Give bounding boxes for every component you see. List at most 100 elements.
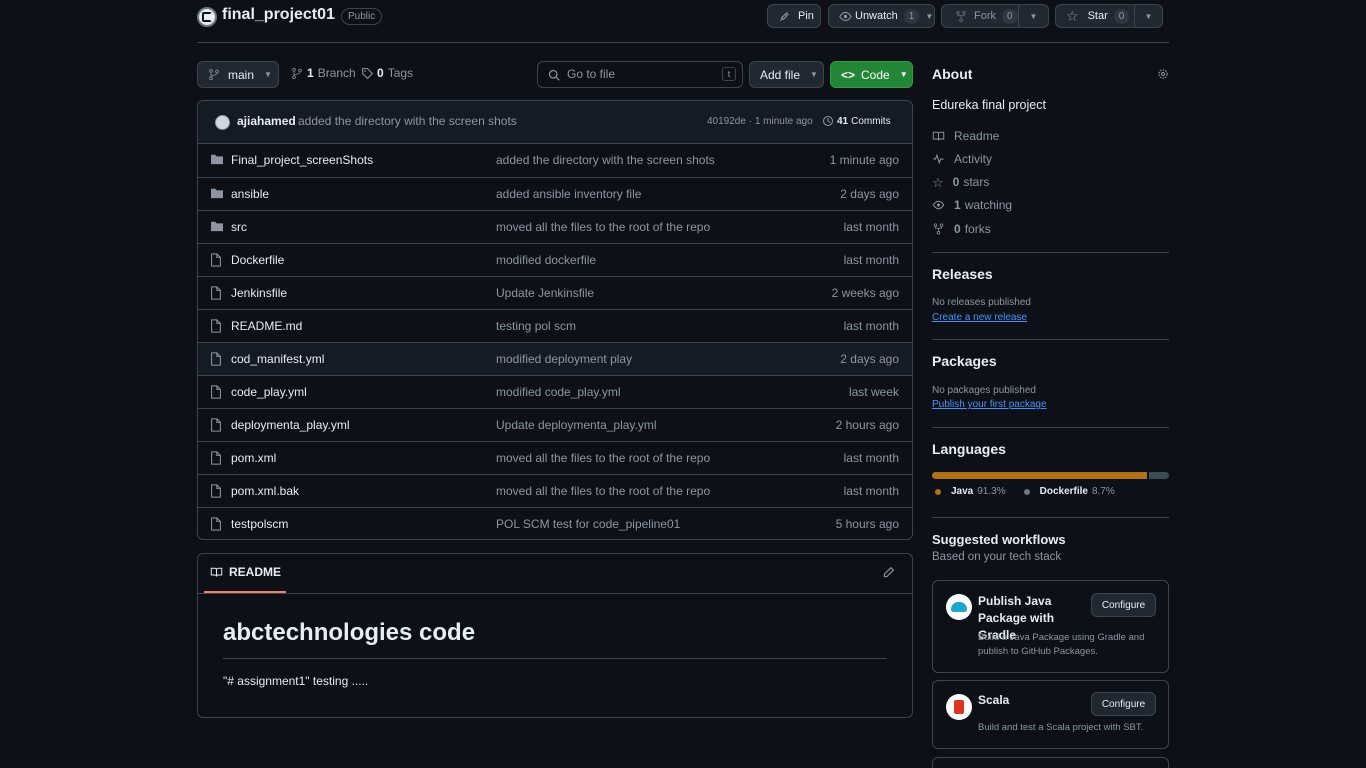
- releases-title[interactable]: Releases: [932, 266, 993, 282]
- language-legend-item[interactable]: Java 91.3%: [935, 486, 1006, 497]
- file-name[interactable]: src: [231, 220, 247, 234]
- file-commit-message[interactable]: modified code_play.yml: [496, 385, 621, 399]
- file-row[interactable]: Jenkinsfile Update Jenkinsfile 2 weeks ago: [198, 276, 912, 309]
- file-row[interactable]: README.md testing pol scm last month: [198, 309, 912, 342]
- stars-label: stars: [963, 175, 990, 189]
- file-row[interactable]: pom.xml.bak moved all the files to the ro…: [198, 474, 912, 507]
- readme-tab-label: README: [229, 565, 282, 579]
- language-legend-item[interactable]: Dockerfile 8.7%: [1023, 486, 1115, 497]
- forks-link[interactable]: 0 forks: [932, 222, 991, 236]
- star-button[interactable]: ☆ Star 0: [1055, 4, 1135, 28]
- gradle-logo-icon: [946, 594, 972, 620]
- repo-name[interactable]: final_project01: [222, 6, 335, 24]
- publish-package-link[interactable]: Publish your first package: [932, 399, 1047, 410]
- file-row[interactable]: Final_project_screenShots added the direc…: [198, 144, 912, 177]
- file-row[interactable]: Dockerfile modified dockerfile last month: [198, 243, 912, 276]
- code-button[interactable]: <> Code ▼: [830, 61, 913, 88]
- chevron-down-icon: ▼: [925, 11, 934, 21]
- file-commit-message[interactable]: moved all the files to the root of the r…: [496, 451, 710, 465]
- configure-button[interactable]: Configure: [1091, 692, 1156, 716]
- pin-button[interactable]: Pin: [767, 4, 821, 28]
- chevron-down-icon: ▼: [1029, 11, 1038, 21]
- file-name[interactable]: Final_project_screenShots: [231, 153, 373, 167]
- file-commit-age: 2 days ago: [840, 187, 899, 201]
- language-name: Dockerfile: [1039, 486, 1088, 497]
- tag-count: 0: [377, 66, 384, 80]
- file-name[interactable]: Jenkinsfile: [231, 286, 287, 300]
- watching-label: watching: [964, 198, 1013, 212]
- file-name[interactable]: cod_manifest.yml: [231, 352, 324, 366]
- file-commit-age: 2 weeks ago: [831, 286, 899, 300]
- add-file-button[interactable]: Add file ▼: [749, 61, 824, 88]
- packages-title[interactable]: Packages: [932, 353, 997, 369]
- file-name[interactable]: README.md: [231, 319, 302, 333]
- edit-pencil-icon[interactable]: [882, 566, 895, 579]
- folder-icon: [211, 188, 223, 199]
- file-row[interactable]: deploymenta_play.yml Update deploymenta_p…: [198, 408, 912, 441]
- readme-heading-rule: [223, 658, 887, 659]
- file-commit-message[interactable]: moved all the files to the root of the r…: [496, 220, 710, 234]
- language-name: Java: [951, 486, 974, 497]
- file-name[interactable]: pom.xml.bak: [231, 484, 299, 498]
- file-row[interactable]: cod_manifest.yml modified deployment play…: [198, 342, 912, 375]
- tag-icon: [362, 67, 374, 79]
- languages-legend: Java 91.3% Dockerfile 8.7%: [935, 486, 1133, 497]
- file-list: Final_project_screenShots added the direc…: [198, 144, 912, 539]
- file-name[interactable]: deploymenta_play.yml: [231, 418, 350, 432]
- create-release-link[interactable]: Create a new release: [932, 312, 1027, 323]
- file-name[interactable]: code_play.yml: [231, 385, 307, 399]
- file-name[interactable]: ansible: [231, 187, 269, 201]
- configure-button[interactable]: Configure: [1091, 593, 1156, 617]
- branches-link[interactable]: 1 Branch: [291, 66, 356, 80]
- activity-link[interactable]: Activity: [932, 152, 992, 166]
- file-commit-message[interactable]: Update deploymenta_play.yml: [496, 418, 657, 432]
- unwatch-button[interactable]: Unwatch 1 ▼: [828, 4, 935, 28]
- file-icon-wrap: [210, 253, 224, 267]
- workflows-title: Suggested workflows: [932, 532, 1066, 547]
- file-row[interactable]: testpolscm POL SCM test for code_pipeline…: [198, 507, 912, 539]
- file-commit-age: 1 minute ago: [829, 153, 899, 167]
- folder-icon-wrap: [210, 220, 224, 234]
- eye-icon: [932, 200, 945, 210]
- commits-link[interactable]: 41 Commits: [822, 115, 891, 127]
- readme-link[interactable]: Readme: [932, 129, 999, 143]
- goto-file-input[interactable]: Go to file t: [537, 61, 743, 88]
- author-avatar[interactable]: [215, 115, 230, 130]
- file-name[interactable]: pom.xml: [231, 451, 276, 465]
- file-row[interactable]: src moved all the files to the root of th…: [198, 210, 912, 243]
- fork-label: Fork: [974, 10, 996, 22]
- file-row[interactable]: pom.xml moved all the files to the root o…: [198, 441, 912, 474]
- commits-count: 41: [837, 115, 849, 127]
- commit-author[interactable]: ajiahamed: [237, 114, 296, 128]
- file-commit-message[interactable]: added ansible inventory file: [496, 187, 641, 201]
- file-commit-message[interactable]: modified dockerfile: [496, 253, 596, 267]
- watching-link[interactable]: 1 watching: [932, 198, 1012, 212]
- unwatch-count: 1: [903, 8, 920, 24]
- gear-icon[interactable]: [1157, 68, 1169, 80]
- star-count: 0: [1113, 8, 1130, 24]
- commits-label: Commits: [851, 115, 891, 127]
- fork-button[interactable]: Fork 0: [941, 4, 1019, 28]
- file-commit-message[interactable]: moved all the files to the root of the r…: [496, 484, 710, 498]
- readme-tab[interactable]: README: [210, 565, 281, 579]
- fork-dropdown[interactable]: ▼: [1018, 4, 1049, 28]
- branch-icon: [209, 69, 219, 80]
- file-name[interactable]: Dockerfile: [231, 253, 284, 267]
- branch-selector[interactable]: main ▼: [197, 61, 279, 88]
- commit-message[interactable]: added the directory with the screen shot…: [298, 114, 517, 128]
- file-icon: [211, 451, 221, 465]
- star-icon: ☆: [1066, 8, 1079, 24]
- file-commit-age: last month: [843, 220, 899, 234]
- file-commit-message[interactable]: POL SCM test for code_pipeline01: [496, 517, 680, 531]
- file-name[interactable]: testpolscm: [231, 517, 288, 531]
- file-row[interactable]: ansible added ansible inventory file 2 day…: [198, 177, 912, 210]
- file-commit-message[interactable]: added the directory with the screen shot…: [496, 153, 715, 167]
- stars-link[interactable]: ☆ 0 stars: [932, 175, 989, 189]
- file-commit-message[interactable]: testing pol scm: [496, 319, 576, 333]
- star-dropdown[interactable]: ▼: [1134, 4, 1163, 28]
- file-commit-message[interactable]: Update Jenkinsfile: [496, 286, 594, 300]
- commit-hash-time[interactable]: 40192de · 1 minute ago: [707, 116, 813, 127]
- tags-link[interactable]: 0 Tags: [361, 66, 413, 80]
- file-row[interactable]: code_play.yml modified code_play.yml last …: [198, 375, 912, 408]
- file-commit-message[interactable]: modified deployment play: [496, 352, 632, 366]
